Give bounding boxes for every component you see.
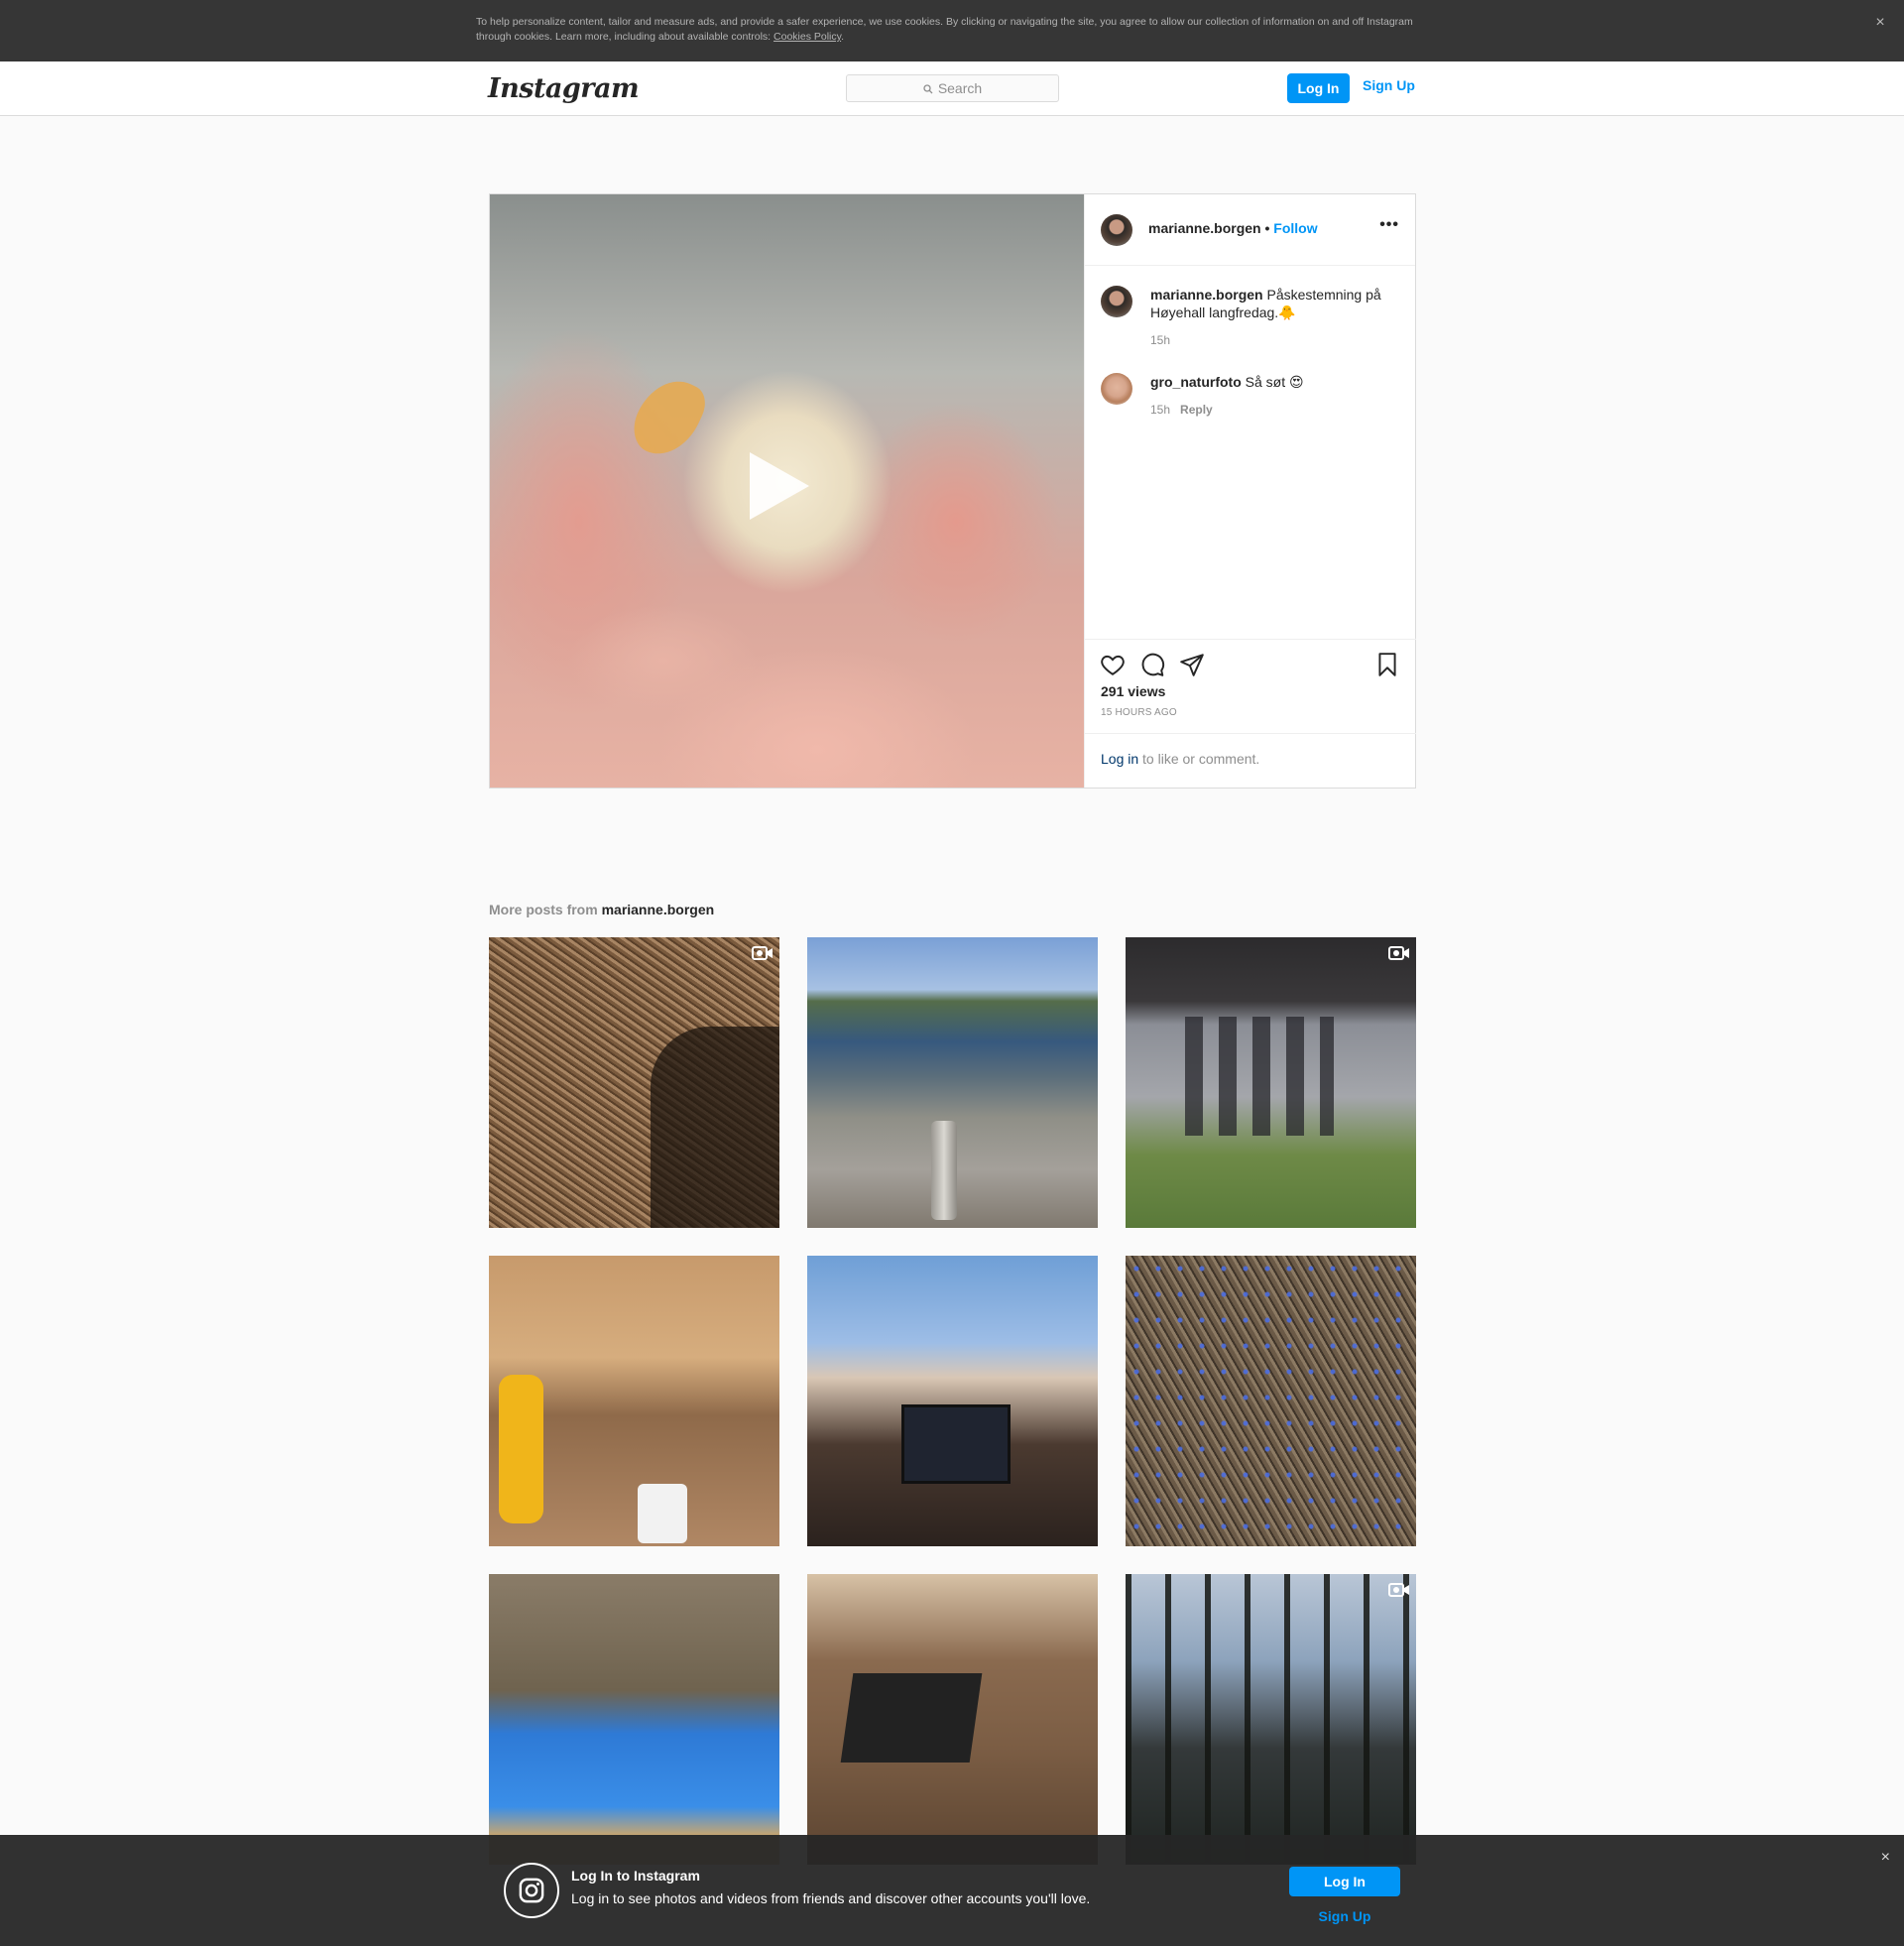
bottom-login-button[interactable]: Log In (1289, 1867, 1400, 1896)
photo-detail (840, 1673, 983, 1763)
comment-meta: 15h Reply (1150, 403, 1213, 417)
photo-detail (499, 1375, 543, 1523)
more-posts-heading: More posts from marianne.borgen (489, 902, 714, 917)
cookie-text: To help personalize content, tailor and … (476, 15, 1428, 45)
instagram-logo[interactable]: Instagram (488, 73, 640, 104)
grid-post[interactable] (489, 1574, 779, 1865)
top-nav: Instagram Search Log In Sign Up (0, 61, 1904, 116)
cookie-message: To help personalize content, tailor and … (476, 16, 1413, 43)
avatar[interactable] (1101, 214, 1132, 246)
video-icon (1388, 1583, 1409, 1597)
view-count[interactable]: 291 views (1101, 683, 1165, 699)
post-sidebar: marianne.borgen • Follow ••• marianne.bo… (1084, 194, 1416, 788)
grid-post[interactable] (1126, 1256, 1416, 1546)
follow-button[interactable]: Follow (1273, 220, 1317, 236)
login-prompt-title: Log In to Instagram (571, 1868, 700, 1884)
grid-post[interactable] (489, 937, 779, 1228)
more-posts-username[interactable]: marianne.borgen (602, 902, 715, 917)
avatar[interactable] (1101, 373, 1132, 405)
photo-detail (931, 1121, 957, 1220)
more-posts-label: More posts from (489, 902, 602, 917)
post-author: marianne.borgen • Follow (1148, 220, 1318, 236)
play-icon[interactable] (750, 452, 809, 520)
grid-post[interactable] (807, 1256, 1098, 1546)
separator-dot: • (1260, 220, 1274, 236)
photo-detail (1126, 1256, 1416, 1546)
comment-icon[interactable] (1139, 652, 1165, 677)
close-icon[interactable]: × (1881, 1849, 1890, 1867)
post-card: marianne.borgen • Follow ••• marianne.bo… (489, 193, 1416, 789)
grid-post[interactable] (489, 1256, 779, 1546)
bookmark-icon[interactable] (1374, 652, 1400, 677)
login-hint: to like or comment. (1138, 751, 1260, 767)
login-link[interactable]: Log in (1101, 751, 1138, 767)
comment-text: gro_naturfoto Så søt 😍 (1150, 373, 1398, 391)
close-icon[interactable]: × (1870, 13, 1890, 33)
photo-detail (1126, 1574, 1416, 1865)
chick-beak (624, 369, 713, 466)
post-actions: 291 views 15 HOURS AGO Log in to like or… (1085, 639, 1416, 788)
signup-link[interactable]: Sign Up (1363, 77, 1415, 93)
search-icon (923, 76, 933, 94)
post-video[interactable] (490, 194, 1084, 788)
avatar[interactable] (1101, 286, 1132, 317)
author-username[interactable]: marianne.borgen (1148, 220, 1261, 236)
search-input[interactable]: Search (846, 74, 1059, 102)
heart-icon[interactable] (1100, 652, 1126, 677)
video-icon (752, 946, 773, 960)
more-options-icon[interactable]: ••• (1379, 217, 1399, 233)
grid-post[interactable] (807, 1574, 1098, 1865)
bottom-signup-link[interactable]: Sign Up (1289, 1908, 1400, 1924)
photo-detail (901, 1404, 1011, 1484)
cookies-policy-link[interactable]: Cookies Policy (774, 31, 841, 43)
comment-time[interactable]: 15h (1150, 403, 1170, 417)
post-timestamp[interactable]: 15 HOURS AGO (1101, 707, 1177, 718)
video-icon (1388, 946, 1409, 960)
comment-username[interactable]: gro_naturfoto (1150, 374, 1242, 390)
reply-button[interactable]: Reply (1180, 403, 1213, 417)
share-icon[interactable] (1179, 652, 1205, 677)
comment-username[interactable]: marianne.borgen (1150, 287, 1263, 303)
login-button[interactable]: Log In (1287, 73, 1350, 103)
search-placeholder: Search (937, 80, 983, 96)
comment-time[interactable]: 15h (1150, 333, 1170, 347)
comment-body: Så søt 😍 (1241, 374, 1304, 390)
photo-detail (651, 1027, 779, 1228)
post-header: marianne.borgen • Follow ••• (1085, 194, 1415, 266)
photo-detail (638, 1484, 687, 1543)
grid-post[interactable] (807, 937, 1098, 1228)
login-prompt-subtitle: Log in to see photos and videos from fri… (571, 1890, 1091, 1906)
comment-text: marianne.borgen Påskestemning på Høyehal… (1150, 286, 1398, 321)
grid-post[interactable] (1126, 1574, 1416, 1865)
comment-meta: 15h (1150, 333, 1170, 347)
login-prompt-bar: Log In to Instagram Log in to see photos… (0, 1835, 1904, 1946)
photo-detail (1185, 1017, 1334, 1136)
grid-post[interactable] (1126, 937, 1416, 1228)
instagram-camera-icon (504, 1863, 559, 1918)
cookie-banner: To help personalize content, tailor and … (0, 0, 1904, 61)
cookie-period: . (841, 31, 845, 43)
login-to-comment: Log in to like or comment. (1085, 733, 1416, 788)
